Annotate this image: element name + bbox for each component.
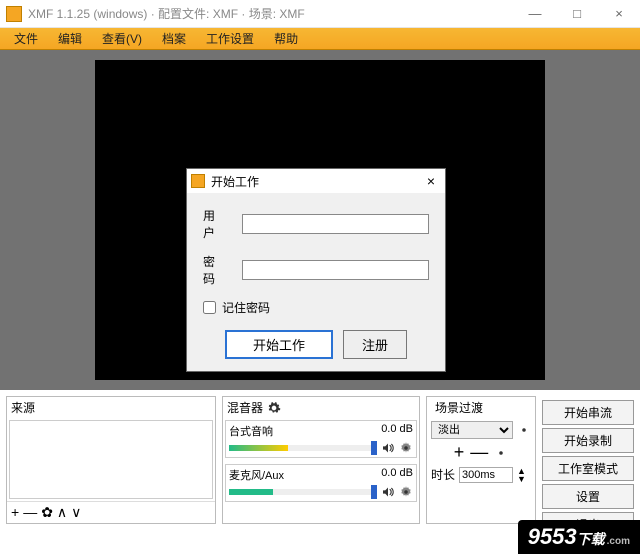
remove-transition-button[interactable]: —	[470, 442, 488, 463]
sources-panel: 来源 + — ✿ ∧ ∨	[6, 396, 216, 524]
channel-name: 麦克风/Aux	[229, 467, 284, 483]
move-down-button[interactable]: ∨	[71, 504, 81, 521]
window-controls: — □ ×	[514, 0, 640, 28]
channel-level: 0.0 dB	[381, 467, 413, 483]
speaker-icon[interactable]	[381, 443, 395, 453]
remember-label: 记住密码	[222, 299, 270, 316]
app-icon	[6, 6, 22, 22]
volume-meter	[229, 445, 377, 451]
sources-title: 来源	[11, 399, 35, 416]
title-bar: XMF 1.1.25 (windows) · 配置文件: XMF · 场景: X…	[0, 0, 640, 28]
menu-archive[interactable]: 档案	[152, 28, 196, 49]
username-input[interactable]	[242, 214, 429, 234]
register-button[interactable]: 注册	[343, 330, 407, 359]
channel-name: 台式音响	[229, 423, 273, 439]
mixer-channel-desktop: 台式音响 0.0 dB	[225, 420, 417, 458]
dialog-icon	[191, 174, 205, 188]
mixer-channel-mic: 麦克风/Aux 0.0 dB	[225, 464, 417, 502]
add-source-button[interactable]: +	[11, 504, 19, 521]
password-label: 密码	[203, 253, 242, 287]
spinner-icon[interactable]: ▲▼	[517, 467, 526, 483]
transitions-title: 场景过渡	[435, 399, 483, 416]
menu-file[interactable]: 文件	[4, 28, 48, 49]
close-button[interactable]: ×	[598, 0, 640, 28]
watermark-sub: 下载	[577, 529, 605, 549]
control-buttons: 开始串流 开始录制 工作室模式 设置 退出	[542, 396, 634, 537]
watermark-main: 9553	[528, 524, 577, 550]
remove-source-button[interactable]: —	[23, 504, 37, 521]
add-transition-button[interactable]: +	[454, 442, 465, 463]
dialog-title-bar[interactable]: 开始工作 ×	[187, 169, 445, 193]
dialog-close-button[interactable]: ×	[421, 173, 441, 189]
gear-icon[interactable]	[494, 446, 508, 460]
menu-work-settings[interactable]: 工作设置	[196, 28, 264, 49]
mixer-title: 混音器	[227, 399, 263, 416]
login-dialog: 开始工作 × 用户 密码 记住密码 开始工作 注册	[186, 168, 446, 372]
minimize-button[interactable]: —	[514, 0, 556, 28]
password-input[interactable]	[242, 260, 429, 280]
user-label: 用户	[203, 207, 242, 241]
gear-icon[interactable]	[399, 441, 413, 455]
sources-list[interactable]	[9, 420, 213, 499]
studio-mode-button[interactable]: 工作室模式	[542, 456, 634, 481]
menu-bar: 文件 编辑 查看(V) 档案 工作设置 帮助	[0, 28, 640, 50]
duration-label: 时长	[431, 466, 455, 483]
channel-level: 0.0 dB	[381, 423, 413, 439]
gear-icon[interactable]	[267, 401, 281, 415]
maximize-button[interactable]: □	[556, 0, 598, 28]
start-stream-button[interactable]: 开始串流	[542, 400, 634, 425]
sources-toolbar: + — ✿ ∧ ∨	[7, 501, 215, 523]
watermark-dotcom: .com	[607, 536, 630, 547]
volume-slider[interactable]	[371, 441, 377, 455]
watermark: 9553 下载 .com	[518, 520, 640, 554]
volume-meter	[229, 489, 377, 495]
gear-icon[interactable]	[517, 423, 531, 437]
menu-view[interactable]: 查看(V)	[92, 28, 152, 49]
menu-help[interactable]: 帮助	[264, 28, 308, 49]
gear-icon[interactable]	[399, 485, 413, 499]
source-settings-button[interactable]: ✿	[41, 504, 53, 521]
menu-edit[interactable]: 编辑	[48, 28, 92, 49]
speaker-icon[interactable]	[381, 487, 395, 497]
window-title: XMF 1.1.25 (windows) · 配置文件: XMF · 场景: X…	[28, 5, 514, 22]
volume-slider[interactable]	[371, 485, 377, 499]
transition-mode-select[interactable]: 淡出	[431, 421, 513, 439]
move-up-button[interactable]: ∧	[57, 504, 67, 521]
remember-checkbox[interactable]	[203, 301, 216, 314]
mixer-panel: 混音器 台式音响 0.0 dB 麦克风/Aux	[222, 396, 420, 524]
settings-button[interactable]: 设置	[542, 484, 634, 509]
duration-input[interactable]	[459, 467, 513, 483]
start-work-button[interactable]: 开始工作	[225, 330, 333, 359]
transitions-panel: 场景过渡 淡出 + — 时长 ▲▼	[426, 396, 536, 524]
start-record-button[interactable]: 开始录制	[542, 428, 634, 453]
dialog-title: 开始工作	[211, 173, 421, 190]
